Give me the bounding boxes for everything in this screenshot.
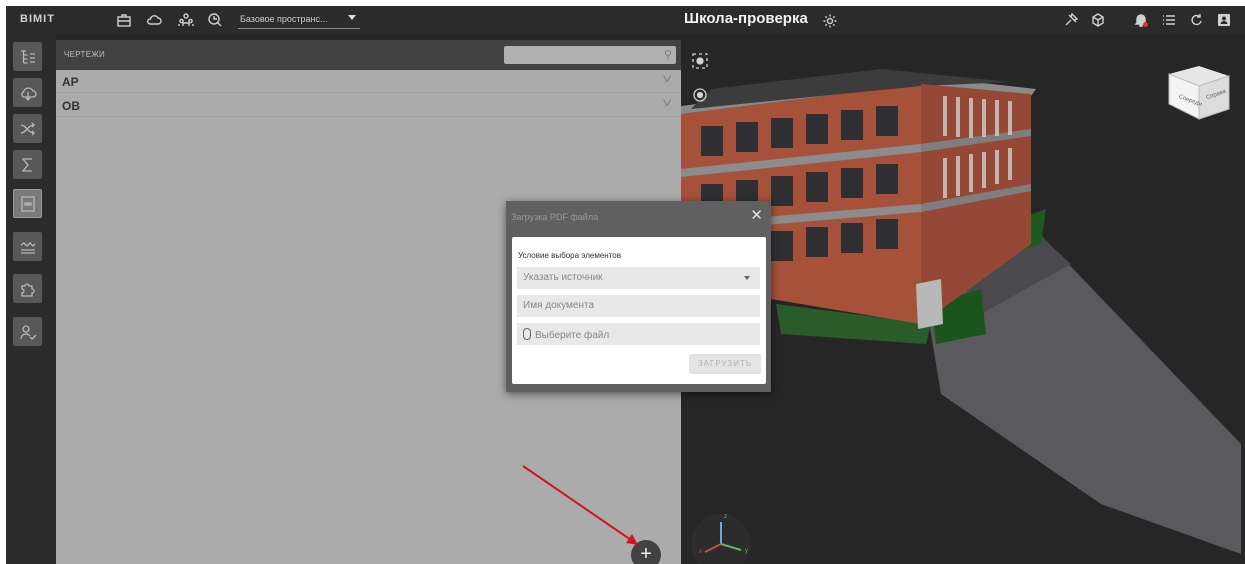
- user-check-icon[interactable]: [13, 317, 42, 346]
- panel-header: ЧЕРТЕЖИ ⚲: [56, 40, 681, 70]
- tree-icon[interactable]: [13, 42, 42, 71]
- top-bar: BIMIT Базовое пространс... Школа-проверк…: [6, 6, 1245, 34]
- cube-rotate-icon[interactable]: [1088, 10, 1108, 30]
- chevron-down-icon: ∨: [660, 73, 674, 85]
- add-drawing-button[interactable]: +: [631, 540, 661, 564]
- chevron-down-icon: [744, 276, 750, 280]
- notification-dot: [1143, 22, 1148, 27]
- axes-gizmo: [691, 514, 751, 564]
- app-window: BIMIT Базовое пространс... Школа-проверк…: [6, 6, 1245, 564]
- chevron-down-icon: [348, 15, 356, 20]
- drawing-group-label: АР: [62, 75, 79, 89]
- condition-label: Условие выбора элементов: [518, 251, 621, 260]
- drawing-group-row[interactable]: ОВ ∨: [56, 94, 681, 117]
- drawing-group-row[interactable]: АР ∨: [56, 70, 681, 93]
- hanger-icon[interactable]: [205, 10, 225, 30]
- axis-z-label: z: [724, 514, 727, 520]
- left-rail: [6, 34, 56, 564]
- search-icon: ⚲: [663, 49, 672, 61]
- drawing-2d-icon[interactable]: [13, 189, 42, 218]
- app-logo: BIMIT: [20, 13, 55, 25]
- file-picker-placeholder: Выберите файл: [535, 330, 610, 341]
- wave-layers-icon[interactable]: [13, 232, 42, 261]
- user-card-icon[interactable]: [1214, 10, 1234, 30]
- space-select-value: Базовое пространс...: [240, 14, 328, 24]
- refresh-icon[interactable]: [1187, 10, 1207, 30]
- dialog-body: Условие выбора элементов Указать источни…: [512, 237, 766, 384]
- document-name-placeholder: Имя документа: [523, 300, 595, 311]
- paperclip-icon: [523, 328, 531, 340]
- stair-block: [916, 279, 943, 329]
- close-icon[interactable]: ✕: [750, 206, 763, 224]
- space-select[interactable]: Базовое пространс...: [238, 11, 360, 29]
- axis-y-label: y: [745, 548, 748, 554]
- shuffle-icon[interactable]: [13, 114, 42, 143]
- pdf-upload-dialog: Загрузка PDF файла ✕ Условие выбора элем…: [506, 201, 771, 392]
- cloud-icon[interactable]: [144, 10, 164, 30]
- axis-x-label: x: [699, 549, 702, 555]
- source-select[interactable]: Указать источник: [517, 267, 760, 289]
- project-title: Школа-проверка: [684, 10, 808, 27]
- file-picker[interactable]: Выберите файл: [517, 323, 760, 345]
- view-tools: [692, 53, 708, 102]
- dialog-title: Загрузка PDF файла: [511, 212, 599, 222]
- list-icon[interactable]: [1159, 10, 1179, 30]
- sigma-icon[interactable]: [13, 150, 42, 179]
- chevron-down-icon: ∨: [660, 97, 674, 109]
- search-input[interactable]: ⚲: [504, 46, 676, 64]
- drawing-group-label: ОВ: [62, 99, 80, 113]
- source-select-placeholder: Указать источник: [523, 272, 603, 283]
- puzzle-icon[interactable]: [13, 274, 42, 303]
- bell-icon[interactable]: [1131, 10, 1151, 30]
- cloud-swap-icon[interactable]: [13, 78, 42, 107]
- upload-button[interactable]: ЗАГРУЗИТЬ: [689, 354, 761, 374]
- document-name-field[interactable]: Имя документа: [517, 295, 760, 317]
- team-icon[interactable]: [176, 10, 196, 30]
- pin-icon[interactable]: [1061, 10, 1081, 30]
- panel-title: ЧЕРТЕЖИ: [64, 50, 106, 59]
- gear-icon[interactable]: [820, 11, 840, 31]
- briefcase-icon[interactable]: [114, 10, 134, 30]
